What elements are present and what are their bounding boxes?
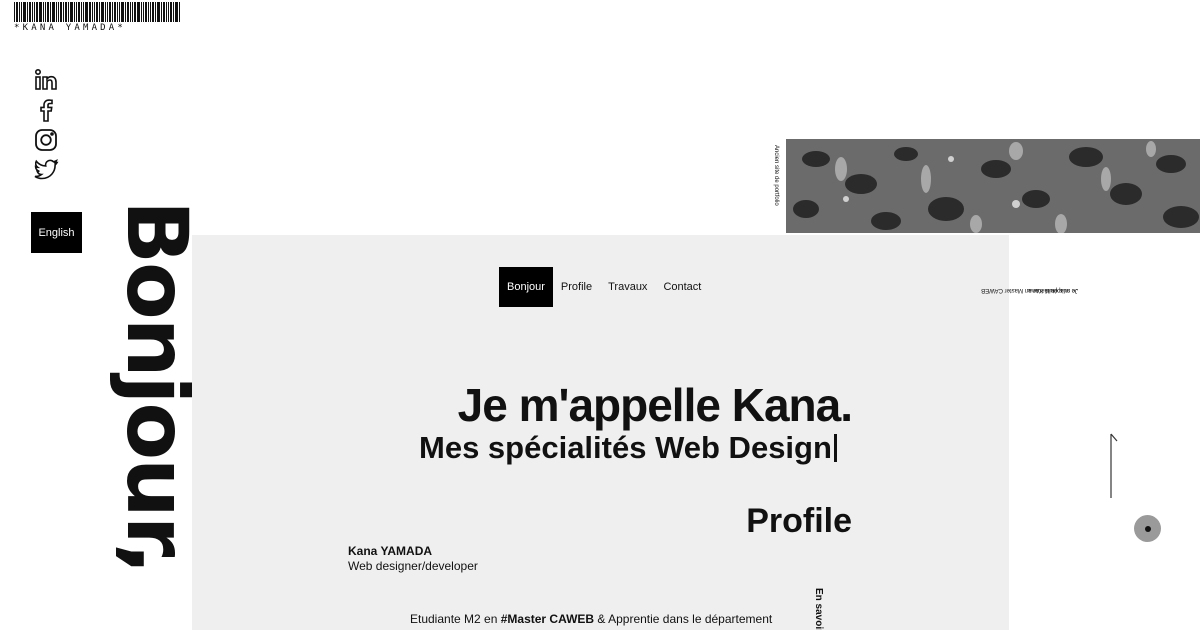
barcode-logo[interactable]: *KANA YAMADA* [14,2,218,33]
hero-title: Je m'appelle Kana. [457,379,853,431]
profile-role: Web designer/developer [348,559,478,573]
nav-item-contact[interactable]: Contact [655,267,709,307]
scroll-up-arrow-icon[interactable] [1106,432,1120,500]
big-greeting-text: Bonjour, [108,200,206,573]
typing-caret [833,434,837,462]
old-portfolio-link-text: Ancien site de portfolio [773,145,779,206]
facebook-icon[interactable] [33,97,59,123]
more-link-text: En savoir [813,588,824,630]
instagram-icon[interactable] [33,127,59,153]
profile-desc-part2: & Apprentie dans le département [594,612,773,626]
profile-name: Kana YAMADA [348,544,433,558]
main-nav: Bonjour Profile Travaux Contact [499,267,709,307]
flowers-image[interactable] [786,139,1200,233]
hero-subtitle-text: Mes spécialités Web Design [419,430,832,465]
big-greeting: Bonjour, [108,200,206,573]
nav-item-profile[interactable]: Profile [553,267,600,307]
profile-desc-part1: Etudiante M2 en [410,612,501,626]
language-switch-button[interactable]: English [31,212,82,253]
nav-item-travaux[interactable]: Travaux [600,267,655,307]
side-intro-line2: Je suis étudiante en Master CAWEB [981,287,1078,293]
social-links [33,67,61,187]
barcode-icon [14,2,218,22]
hero-subtitle: Mes spécialités Web Design [419,430,837,466]
linkedin-icon[interactable] [33,67,59,93]
profile-heading: Profile [746,502,852,540]
profile-desc-bold1: #Master CAWEB [500,612,595,626]
nav-item-bonjour[interactable]: Bonjour [499,267,553,307]
old-portfolio-link[interactable]: Ancien site de portfolio [770,145,780,220]
dot-icon [1144,525,1151,532]
side-intro: Je m'appelle Kana. Je suis étudiante en M… [981,278,1079,388]
logo-text: *KANA YAMADA* [14,23,127,33]
cursor-dot-button[interactable] [1134,515,1161,542]
more-link[interactable]: En savoir [812,588,826,630]
twitter-icon[interactable] [33,157,59,183]
profile-description: Etudiante M2 en #Master CAWEB & Apprenti… [410,611,805,627]
